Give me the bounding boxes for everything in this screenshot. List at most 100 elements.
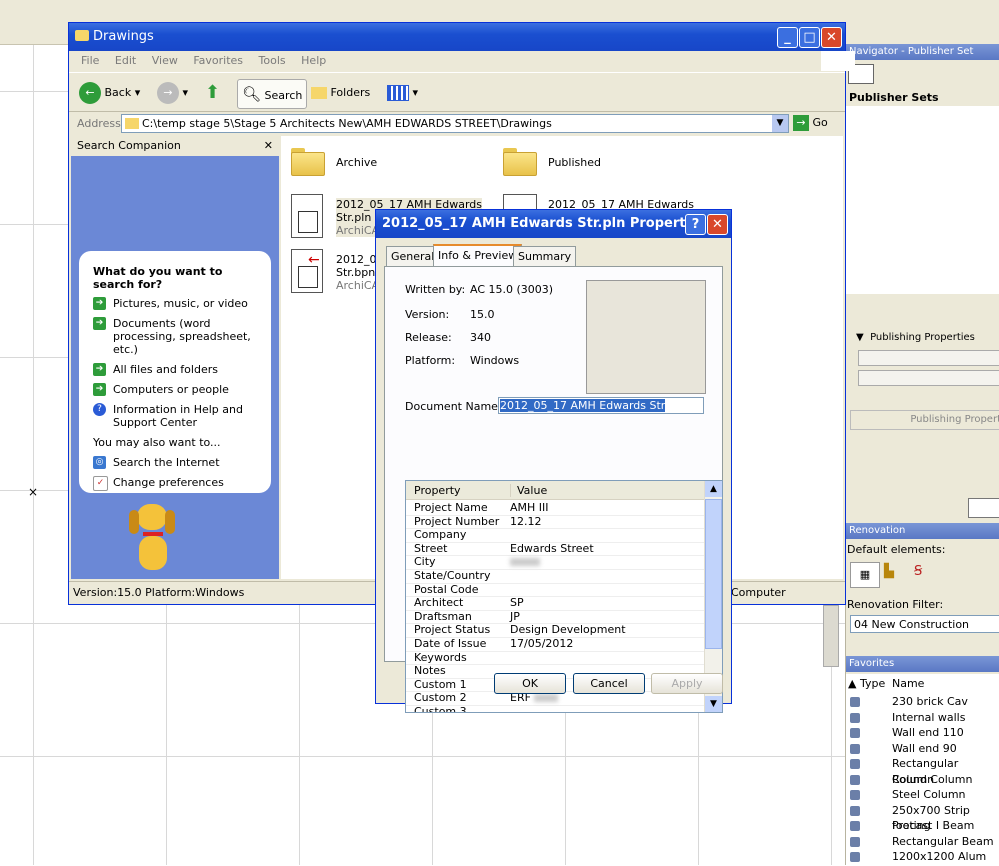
list-item[interactable]: 250x700 Strip footing <box>846 803 999 832</box>
dialog-title-bar[interactable]: 2012_05_17 AMH Edwards Str.pln Propertie… <box>376 210 731 238</box>
table-row[interactable]: State/Country <box>406 569 704 584</box>
list-item[interactable]: Rectangular Column <box>846 756 999 786</box>
cancel-button[interactable]: Cancel <box>573 673 645 694</box>
help-icon: ? <box>93 403 106 416</box>
menu-help[interactable]: Help <box>301 54 326 67</box>
list-item[interactable]: Steel Column <box>846 787 999 803</box>
search-internet-link[interactable]: ◎ Search the Internet <box>93 456 263 469</box>
palette-button[interactable] <box>968 498 999 518</box>
renovation-filter-select[interactable]: 04 New Construction <box>850 615 999 633</box>
fav-type-header[interactable]: ▲ Type <box>848 677 885 690</box>
column-value[interactable]: Value <box>510 484 547 497</box>
list-item[interactable]: Wall end 110 <box>846 725 999 741</box>
favorites-list[interactable]: ▲ Type Name 230 brick Cav Internal walls… <box>846 674 999 865</box>
close-button[interactable]: ✕ <box>707 214 728 235</box>
list-item[interactable]: Round Column <box>846 772 999 788</box>
pub-field-2[interactable] <box>858 370 999 386</box>
menu-view[interactable]: View <box>152 54 178 67</box>
renovation-demolish-icon[interactable]: ▙ <box>884 564 894 579</box>
address-dropdown-icon[interactable]: ▼ <box>772 115 788 132</box>
table-row[interactable]: Architect SP <box>406 596 704 611</box>
list-item[interactable]: Internal walls <box>846 710 999 726</box>
search-option[interactable]: ➔ Pictures, music, or video <box>93 297 263 310</box>
minimize-button[interactable]: _ <box>777 27 798 48</box>
tab-summary[interactable]: Summary <box>513 246 577 266</box>
arrow-icon: ➔ <box>93 297 106 310</box>
folder-icon[interactable] <box>503 148 537 176</box>
apply-button[interactable]: Apply <box>651 673 723 694</box>
release-label: Release: <box>405 331 452 344</box>
help-button[interactable]: ? <box>685 214 706 235</box>
list-item[interactable]: Rectangular Beam <box>846 834 999 850</box>
column-property[interactable]: Property <box>414 484 461 497</box>
canvas-scrollbar[interactable] <box>823 605 839 667</box>
go-button[interactable]: → Go <box>793 115 828 131</box>
table-row[interactable]: Street Edwards Street <box>406 542 704 557</box>
explorer-title: Drawings <box>93 29 154 44</box>
fav-name-header[interactable]: Name <box>892 677 924 690</box>
folder-label[interactable]: Archive <box>336 156 377 169</box>
folder-icon <box>75 30 89 41</box>
address-input[interactable]: C:\temp stage 5\Stage 5 Architects New\A… <box>121 114 789 133</box>
scroll-thumb[interactable] <box>705 499 722 649</box>
list-item[interactable]: Wall end 90 <box>846 741 999 757</box>
tab-info-preview[interactable]: Info & Preview <box>433 244 523 267</box>
renovation-filter-label: Renovation Filter: <box>847 598 944 611</box>
publishing-properties-button[interactable]: Publishing Propert <box>850 410 999 430</box>
table-row[interactable]: Date of Issue 17/05/2012 <box>406 637 704 652</box>
list-item[interactable]: 1200x1200 Alum <box>846 849 999 865</box>
pub-field-1[interactable] <box>858 350 999 366</box>
properties-dialog: 2012_05_17 AMH Edwards Str.pln Propertie… <box>375 209 732 713</box>
close-icon[interactable]: ✕ <box>264 136 273 156</box>
table-row[interactable]: Draftsman JP <box>406 610 704 625</box>
list-item[interactable]: 230 brick Cav <box>846 694 999 710</box>
document-name-field[interactable]: 2012_05_17 AMH Edwards Str <box>498 397 704 414</box>
search-dog-icon[interactable] <box>125 504 179 576</box>
table-row[interactable]: City <box>406 555 704 570</box>
preview-image <box>586 280 706 394</box>
blurred-value <box>534 694 558 703</box>
forward-button[interactable]: → ▾ <box>157 79 188 107</box>
menu-favorites[interactable]: Favorites <box>193 54 243 67</box>
arrow-icon: ➔ <box>93 363 106 376</box>
maximize-button[interactable]: □ <box>799 27 820 48</box>
back-button[interactable]: ← Back ▾ <box>79 79 140 107</box>
scroll-up-icon[interactable]: ▲ <box>705 481 722 497</box>
file-icon[interactable] <box>503 194 537 209</box>
table-row[interactable]: Project Name AMH III <box>406 501 704 516</box>
search-button[interactable]: 🔍︎ Search <box>237 79 308 109</box>
table-row[interactable]: Postal Code <box>406 583 704 598</box>
folder-icon[interactable] <box>291 148 325 176</box>
archicad-file-icon[interactable] <box>291 194 323 238</box>
close-button[interactable]: ✕ <box>821 27 842 48</box>
menu-file[interactable]: File <box>81 54 99 67</box>
ok-button[interactable]: OK <box>494 673 566 694</box>
publisher-tree[interactable] <box>846 106 999 294</box>
fav-rows: 230 brick Cav Internal walls Wall end 11… <box>846 694 999 866</box>
publisher-sets-label: Publisher Sets <box>849 91 939 104</box>
menu-tools[interactable]: Tools <box>259 54 286 67</box>
list-item[interactable]: Precast I Beam <box>846 818 999 834</box>
table-row[interactable]: Project Number 12.12 <box>406 515 704 530</box>
search-option[interactable]: ➔ Computers or people <box>93 383 263 396</box>
explorer-title-bar[interactable]: Drawings _ □ ✕ <box>69 23 845 51</box>
arrow-icon: ➔ <box>93 317 106 330</box>
views-button[interactable]: ▾ <box>387 79 418 107</box>
folder-label[interactable]: Published <box>548 156 601 169</box>
bpn-file-icon[interactable]: ← <box>291 249 323 293</box>
scroll-down-icon[interactable]: ▼ <box>705 696 722 712</box>
search-option[interactable]: ? Information in Help and Support Center <box>93 403 263 429</box>
change-preferences-link[interactable]: ✓ Change preferences <box>93 476 263 491</box>
search-option[interactable]: ➔ Documents (word processing, spreadsheet… <box>93 317 263 356</box>
renovation-existing-icon[interactable]: ▦ <box>850 562 880 588</box>
folders-button[interactable]: Folders <box>311 79 370 107</box>
table-row[interactable]: Custom 3 <box>406 705 704 712</box>
renovation-new-icon[interactable]: Ꞩ <box>914 564 922 579</box>
up-folder-button[interactable]: ⬆ <box>205 79 220 107</box>
table-row[interactable]: Company <box>406 528 704 543</box>
menu-edit[interactable]: Edit <box>115 54 136 67</box>
table-row[interactable]: Project Status Design Development <box>406 623 704 638</box>
tab-general[interactable]: General <box>386 246 440 266</box>
table-row[interactable]: Keywords <box>406 651 704 666</box>
search-option[interactable]: ➔ All files and folders <box>93 363 263 376</box>
